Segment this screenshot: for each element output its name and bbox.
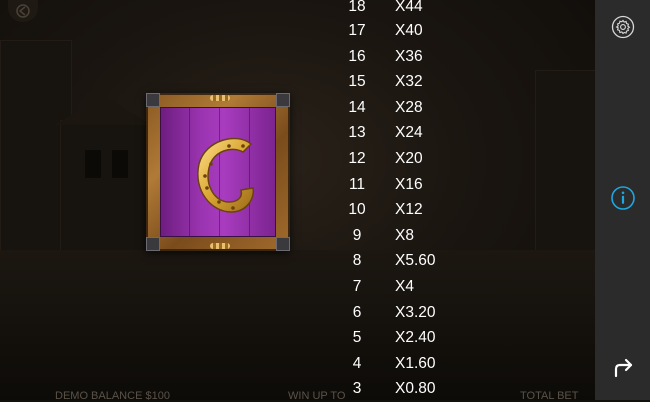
payout-multiplier: X32 bbox=[395, 73, 423, 91]
paytable-row: 7 X4 bbox=[340, 274, 460, 300]
paytable-row: 15 X32 bbox=[340, 69, 460, 95]
symbol-count: 4 bbox=[352, 354, 362, 372]
payout-multiplier: X0.80 bbox=[395, 380, 436, 398]
symbol-count: 15 bbox=[348, 73, 366, 91]
payout-multiplier: X28 bbox=[395, 98, 423, 116]
right-building bbox=[535, 70, 595, 272]
settings-button[interactable] bbox=[595, 9, 650, 45]
symbol-card bbox=[146, 93, 290, 251]
paytable: 18 X44 17 X40 16 X36 15 X32 14 X28 13 X24 12 X2… bbox=[340, 0, 460, 400]
payout-multiplier: X1.60 bbox=[395, 354, 436, 372]
payout-multiplier: X20 bbox=[395, 150, 423, 167]
payout-multiplier: X36 bbox=[395, 47, 423, 65]
paytable-row: 9 X8 bbox=[340, 223, 460, 249]
payout-multiplier: X16 bbox=[395, 175, 423, 193]
paytable-row: 16 X36 bbox=[340, 44, 460, 70]
balance-label: DEMO BALANCE bbox=[55, 390, 143, 402]
back-arrow-icon bbox=[16, 4, 30, 18]
payout-multiplier: X2.40 bbox=[395, 329, 436, 347]
payout-multiplier: X12 bbox=[395, 201, 423, 219]
paytable-row: 6 X3.20 bbox=[340, 300, 460, 326]
balance-value: $100 bbox=[145, 390, 170, 402]
paytable-row: 17 X40 bbox=[340, 18, 460, 44]
symbol-count: 11 bbox=[348, 175, 366, 193]
balance-display: DEMO BALANCE $100 bbox=[55, 390, 170, 402]
symbol-count: 8 bbox=[352, 252, 362, 270]
frame-corner bbox=[276, 93, 290, 107]
symbol-count: 16 bbox=[348, 47, 366, 65]
payout-multiplier: X44 bbox=[395, 0, 423, 15]
game-background bbox=[0, 0, 595, 400]
symbol-count: 12 bbox=[348, 150, 366, 167]
paytable-row: 14 X28 bbox=[340, 95, 460, 121]
symbol-count: 6 bbox=[352, 303, 362, 321]
paytable-row: 4 X1.60 bbox=[340, 351, 460, 377]
frame-corner bbox=[146, 237, 160, 251]
total-bet-label: TOTAL BET bbox=[520, 390, 579, 402]
paytable-row: 13 X24 bbox=[340, 120, 460, 146]
paytable-row: 10 X12 bbox=[340, 197, 460, 223]
paytable-row: 18 X44 bbox=[340, 0, 460, 20]
house-window bbox=[85, 150, 101, 178]
side-panel bbox=[595, 0, 650, 400]
return-button[interactable] bbox=[595, 350, 650, 386]
paytable-row: 8 X5.60 bbox=[340, 248, 460, 274]
horseshoe-icon bbox=[197, 137, 255, 213]
frame-rope-bottom bbox=[210, 243, 230, 249]
symbol-count: 14 bbox=[348, 98, 366, 116]
symbol-card-background bbox=[160, 107, 276, 237]
frame-corner bbox=[146, 93, 160, 107]
symbol-count: 10 bbox=[348, 201, 366, 219]
symbol-count: 13 bbox=[348, 124, 366, 142]
paytable-row: 3 X0.80 bbox=[340, 376, 460, 402]
return-arrow-icon bbox=[614, 358, 632, 378]
payout-multiplier: X40 bbox=[395, 22, 423, 39]
symbol-count: 9 bbox=[352, 226, 362, 244]
frame-rope-top bbox=[210, 95, 230, 101]
info-icon bbox=[610, 186, 635, 210]
payout-multiplier: X4 bbox=[395, 278, 414, 295]
paytable-row: 11 X16 bbox=[340, 172, 460, 198]
house-roof bbox=[55, 95, 151, 125]
symbol-count: 17 bbox=[348, 22, 366, 39]
symbol-count: 7 bbox=[352, 278, 362, 295]
win-label: WIN UP TO bbox=[288, 390, 346, 402]
info-button[interactable] bbox=[595, 180, 650, 216]
paytable-row: 5 X2.40 bbox=[340, 325, 460, 351]
gear-icon bbox=[611, 15, 634, 39]
payout-multiplier: X5.60 bbox=[395, 252, 436, 270]
payout-multiplier: X3.20 bbox=[395, 303, 436, 321]
symbol-count: 5 bbox=[352, 329, 362, 347]
paytable-row: 12 X20 bbox=[340, 146, 460, 172]
symbol-count: 18 bbox=[348, 0, 366, 15]
house-building bbox=[60, 120, 147, 262]
ground bbox=[0, 250, 595, 400]
frame-corner bbox=[276, 237, 290, 251]
payout-multiplier: X8 bbox=[395, 226, 414, 244]
payout-multiplier: X24 bbox=[395, 124, 423, 142]
house-window bbox=[112, 150, 128, 178]
